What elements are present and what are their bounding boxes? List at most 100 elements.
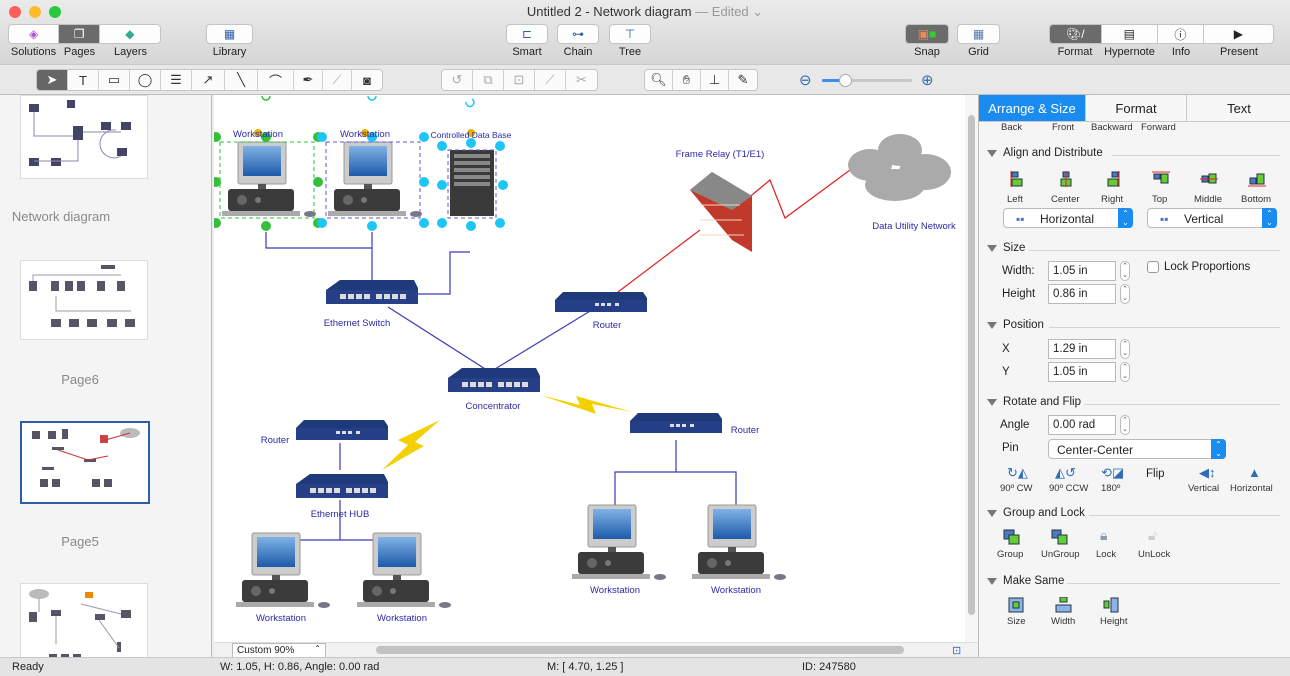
workstation-3[interactable]	[235, 532, 331, 609]
section-rotate-flip[interactable]: Rotate and Flip	[987, 396, 1081, 408]
format-button[interactable]: 🎨︎/	[1050, 25, 1102, 43]
rectangle-tool-icon[interactable]: ▭	[99, 70, 130, 90]
rotate-ccw-icon[interactable]: ◭↺	[1055, 465, 1076, 481]
align-top-icon[interactable]	[1152, 171, 1170, 187]
fit-page-icon[interactable]: ⊡	[952, 644, 961, 657]
lock-proportions-checkbox[interactable]	[1147, 261, 1159, 273]
vertical-scrollbar[interactable]	[965, 95, 978, 642]
chain-button[interactable]: ⊶	[557, 24, 599, 44]
router-right[interactable]	[630, 413, 722, 433]
align-center-icon[interactable]	[1058, 171, 1076, 187]
zoom-slider[interactable]	[822, 74, 912, 87]
hypernote-button[interactable]: ▤	[1102, 25, 1159, 43]
section-size[interactable]: Size	[987, 242, 1025, 254]
grid-button[interactable]: ▦	[957, 24, 1000, 44]
concentrator[interactable]	[448, 368, 540, 392]
pen-tool-icon[interactable]: ✒	[294, 70, 323, 90]
workstation-4[interactable]	[356, 532, 452, 609]
pages-button[interactable]: ❐	[59, 25, 100, 43]
ungroup-icon[interactable]	[1051, 529, 1069, 545]
tab-text[interactable]: Text	[1187, 95, 1290, 122]
section-make-same[interactable]: Make Same	[987, 575, 1064, 587]
eyedropper-tool-icon[interactable]: ✎	[729, 70, 757, 90]
section-group-lock[interactable]: Group and Lock	[987, 507, 1085, 519]
hand-tool-icon[interactable]: ✋︎	[673, 70, 701, 90]
align-right-icon[interactable]	[1104, 171, 1122, 187]
arrow-tool-icon[interactable]: ↗	[192, 70, 225, 90]
width-field[interactable]: 1.05 in	[1048, 261, 1116, 281]
bezier-tool-icon[interactable]: ⟋	[323, 70, 352, 90]
angle-stepper[interactable]: ⌃ ⌄	[1120, 415, 1130, 435]
zoom-slider-knob[interactable]	[838, 74, 852, 87]
group-points-icon[interactable]: ⧉	[473, 70, 504, 90]
zoom-out-icon[interactable]: ⊖	[799, 71, 812, 89]
align-bottom-icon[interactable]	[1248, 171, 1266, 187]
present-button[interactable]: ▶	[1204, 25, 1273, 43]
width-stepper[interactable]: ⌃ ⌄	[1120, 261, 1130, 281]
line-tool-icon[interactable]: ╲	[225, 70, 258, 90]
lock-icon[interactable]: 🔒︎	[1100, 527, 1118, 543]
library-button[interactable]: ▦	[206, 24, 253, 44]
ethernet-switch[interactable]	[326, 280, 418, 304]
workstation-5[interactable]	[571, 504, 667, 581]
flip-horizontal-icon[interactable]: ▲	[1248, 465, 1266, 481]
flip-vertical-icon[interactable]: ◀↕	[1199, 465, 1217, 481]
connection-point-icon[interactable]: ◙	[352, 70, 382, 90]
page-thumbnail-page5[interactable]	[20, 421, 150, 504]
align-middle-icon[interactable]	[1200, 171, 1218, 187]
horizontal-scroll-thumb[interactable]	[376, 646, 904, 654]
y-stepper[interactable]: ⌃ ⌄	[1120, 362, 1130, 382]
tree-button[interactable]: ⊤	[609, 24, 651, 44]
crop-points-icon[interactable]: ⊡	[504, 70, 535, 90]
back-button[interactable]: Back	[1001, 122, 1022, 133]
rotate-points-icon[interactable]: ↺	[442, 70, 473, 90]
angle-field[interactable]: 0.00 rad	[1048, 415, 1116, 435]
ellipse-tool-icon[interactable]: ◯	[130, 70, 161, 90]
rotate-180-icon[interactable]: ⟲◪	[1101, 465, 1124, 481]
zoom-in-icon[interactable]: ⊕	[921, 71, 934, 89]
pages-sidebar[interactable]: Network diagram Page6 Page5	[0, 95, 212, 657]
remove-point-icon[interactable]: ✂	[566, 70, 597, 90]
tab-arrange-size[interactable]: Arrange & Size	[979, 95, 1086, 122]
page-thumbnail-page6[interactable]	[20, 260, 148, 340]
info-button[interactable]: ⓘ	[1158, 25, 1204, 43]
distribute-horizontal-select[interactable]: ▪▪ Horizontal ⌃ ⌄	[1003, 208, 1133, 228]
page-thumbnail-page4[interactable]	[20, 583, 148, 657]
same-width-icon[interactable]	[1055, 596, 1073, 613]
snap-button[interactable]: ▣ ■	[905, 24, 949, 44]
diagram-canvas[interactable]: Workstation Workstation Controlled Data …	[214, 95, 965, 642]
section-align-distribute[interactable]: Align and Distribute	[987, 147, 1103, 159]
distribute-vertical-select[interactable]: ▪▪ Vertical ⌃ ⌄	[1147, 208, 1277, 228]
y-field[interactable]: 1.05 in	[1048, 362, 1116, 382]
router-left[interactable]	[296, 420, 388, 440]
smart-button[interactable]: ⊏	[506, 24, 548, 44]
height-field[interactable]: 0.86 in	[1048, 284, 1116, 304]
firewall[interactable]	[690, 172, 752, 252]
height-stepper[interactable]: ⌃ ⌄	[1120, 284, 1130, 304]
solutions-button[interactable]: ◈	[9, 25, 60, 43]
pin-select[interactable]: Center-Center ⌃ ⌄	[1048, 439, 1226, 459]
workstation-1[interactable]	[221, 141, 317, 218]
workstation-2[interactable]	[327, 141, 423, 218]
edited-indicator[interactable]: — Edited ⌄	[695, 4, 763, 19]
section-position[interactable]: Position	[987, 319, 1044, 331]
page-thumbnail-network-diagram[interactable]	[20, 95, 148, 179]
add-point-icon[interactable]: ⟋	[535, 70, 566, 90]
rotate-cw-icon[interactable]: ↻◭	[1007, 465, 1028, 481]
backward-button[interactable]: Backward	[1091, 122, 1133, 133]
stamp-tool-icon[interactable]: ⊥	[701, 70, 729, 90]
vertical-scroll-thumb[interactable]	[968, 115, 975, 615]
tab-format[interactable]: Format	[1086, 95, 1187, 122]
workstation-6[interactable]	[691, 504, 787, 581]
zoom-tool-icon[interactable]: 🔍︎	[645, 70, 673, 90]
front-button[interactable]: Front	[1052, 122, 1074, 133]
note-tool-icon[interactable]: ☰	[161, 70, 192, 90]
arc-tool-icon[interactable]: ⌒	[258, 70, 294, 90]
rotation-handles[interactable]	[261, 95, 475, 108]
x-stepper[interactable]: ⌃ ⌄	[1120, 339, 1130, 359]
x-field[interactable]: 1.29 in	[1048, 339, 1116, 359]
cloud[interactable]	[848, 134, 951, 201]
zoom-select[interactable]: Custom 90% ⌃	[232, 643, 326, 658]
same-height-icon[interactable]	[1103, 597, 1121, 613]
forward-button[interactable]: Forward	[1141, 122, 1176, 133]
